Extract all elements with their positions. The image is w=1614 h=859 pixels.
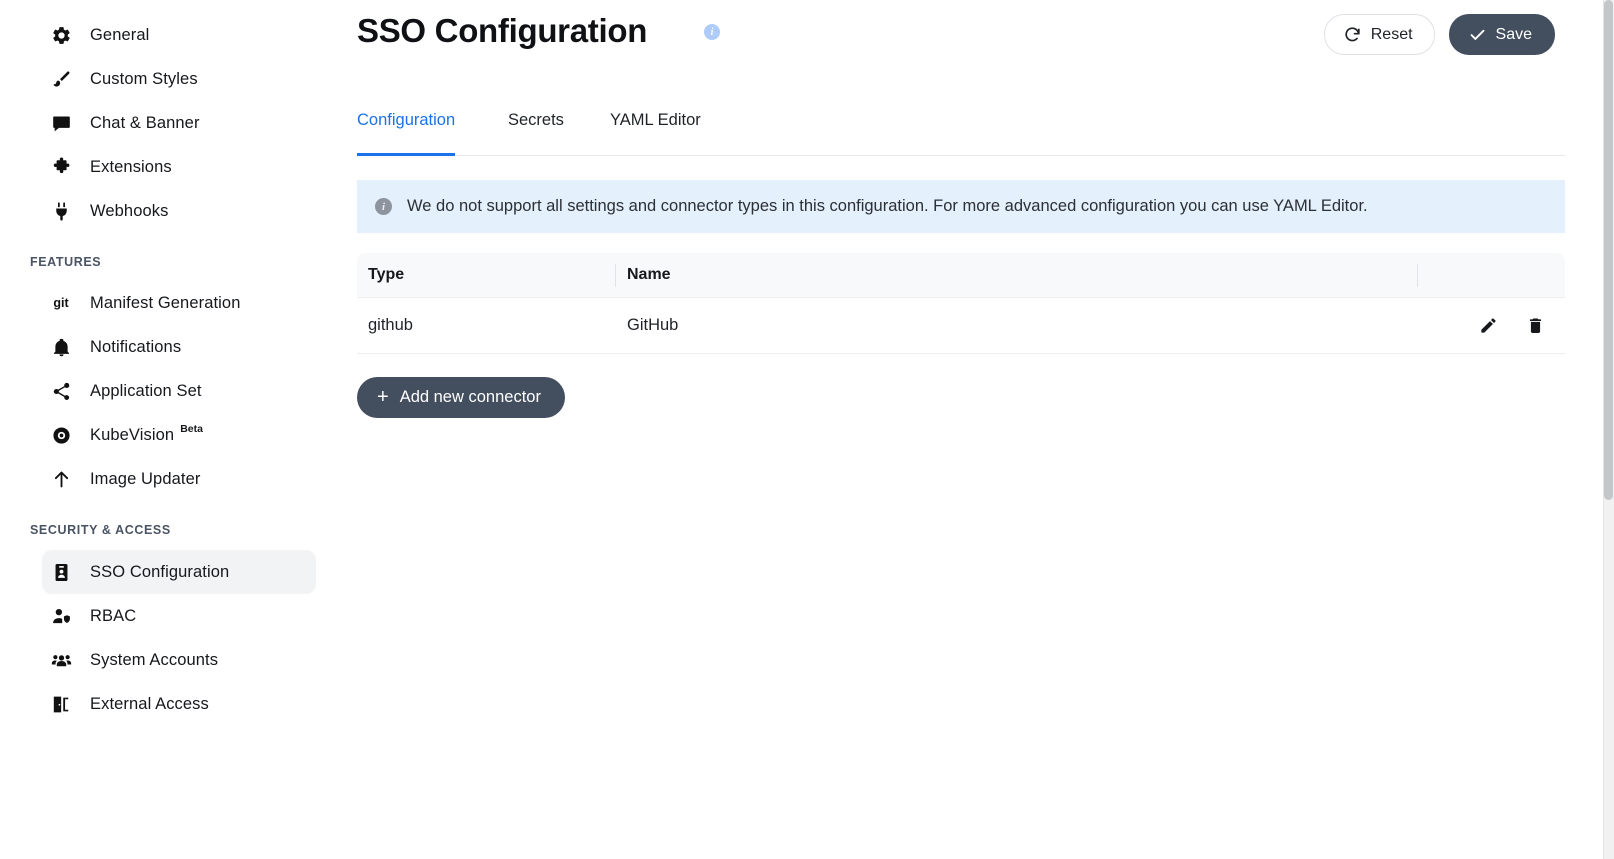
git-icon: git [53,296,69,310]
save-button[interactable]: Save [1448,14,1555,55]
sidebar-item-rbac[interactable]: RBAC [42,594,316,638]
sidebar-item-label: Notifications [90,337,182,356]
cell-name: GitHub [627,316,679,334]
page-header: SSO Configuration i Reset Save [340,0,1604,72]
beta-badge: Beta [180,423,203,435]
sidebar-section-features: FEATURES [30,255,102,269]
sidebar-item-manifest-generation[interactable]: git Manifest Generation [42,281,316,325]
bell-icon [50,336,72,358]
sidebar-item-label: Image Updater [90,469,201,488]
check-icon [1468,25,1487,44]
sidebar-item-label: RBAC [90,606,137,625]
plug-icon [50,200,72,222]
refresh-icon [1343,25,1362,44]
sidebar-item-label: KubeVision [90,425,175,444]
door-open-icon [50,693,72,715]
plus-icon: + [377,385,389,408]
tab-secrets[interactable]: Secrets [508,108,564,155]
puzzle-piece-icon [50,156,72,178]
sidebar-item-application-set[interactable]: Application Set [42,369,316,413]
column-header-name: Name [627,266,671,283]
sidebar-item-label: Application Set [90,381,202,400]
row-actions [1477,315,1546,337]
users-icon [50,649,72,671]
reset-button[interactable]: Reset [1323,14,1435,55]
cell-type: github [368,316,413,334]
sidebar-item-extensions[interactable]: Extensions [42,145,316,189]
sidebar-item-label: Webhooks [90,201,169,220]
user-shield-icon [50,605,72,627]
sidebar-item-label: External Access [90,694,209,713]
page-title: SSO Configuration [357,12,648,49]
brush-icon [50,68,72,90]
info-icon[interactable]: i [704,24,720,40]
connectors-table: Type Name github GitHub [357,253,1565,354]
add-new-connector-button[interactable]: + Add new connector [357,377,565,418]
save-button-label: Save [1495,25,1532,43]
sidebar-item-general[interactable]: General [42,13,316,57]
sidebar-item-label: SSO Configuration [90,562,230,581]
tab-yaml-editor[interactable]: YAML Editor [610,108,701,155]
pencil-icon[interactable] [1477,315,1499,337]
reset-button-label: Reset [1370,25,1413,43]
sidebar-item-chat-banner[interactable]: Chat & Banner [42,101,316,145]
sidebar-item-label: Custom Styles [90,69,198,88]
scrollbar-thumb[interactable] [1604,0,1613,500]
chat-bubble-icon [50,112,72,134]
info-banner: i We do not support all settings and con… [357,180,1565,233]
gear-icon [50,24,72,46]
add-connector-wrap: + Add new connector [357,377,565,418]
tab-bar: Configuration Secrets YAML Editor [357,108,1565,156]
sidebar-item-label: Manifest Generation [90,293,241,312]
banner-text: We do not support all settings and conne… [407,197,1368,215]
sidebar: General Custom Styles Chat & Banner Exte… [0,0,340,859]
banner-info-icon: i [375,198,392,215]
add-new-connector-label: Add new connector [399,388,541,406]
share-nodes-icon [50,380,72,402]
sidebar-item-custom-styles[interactable]: Custom Styles [42,57,316,101]
arrow-up-icon [50,468,72,490]
table-header-row: Type Name [357,253,1565,298]
sidebar-item-label: System Accounts [90,650,219,669]
sidebar-item-webhooks[interactable]: Webhooks [42,189,316,233]
main-content: SSO Configuration i Reset Save Configura… [340,0,1604,859]
app-root: General Custom Styles Chat & Banner Exte… [0,0,1614,859]
table-row[interactable]: github GitHub [357,298,1565,354]
trash-icon[interactable] [1524,315,1546,337]
header-actions: Reset Save [1323,14,1555,55]
sidebar-item-label: Chat & Banner [90,113,200,132]
sidebar-item-external-access[interactable]: External Access [42,682,316,726]
sidebar-item-label: Extensions [90,157,172,176]
sidebar-item-label: General [90,25,150,44]
sidebar-item-kubevision[interactable]: KubeVision Beta [42,413,316,457]
sidebar-item-image-updater[interactable]: Image Updater [42,457,316,501]
sidebar-item-notifications[interactable]: Notifications [42,325,316,369]
sidebar-item-system-accounts[interactable]: System Accounts [42,638,316,682]
sidebar-item-sso-configuration[interactable]: SSO Configuration [42,550,316,594]
sidebar-section-security-access: SECURITY & ACCESS [30,523,171,537]
eye-icon [50,424,72,446]
page-scrollbar[interactable] [1603,0,1614,859]
id-badge-icon [50,561,72,583]
tab-configuration[interactable]: Configuration [357,108,456,156]
column-header-type: Type [368,266,405,283]
